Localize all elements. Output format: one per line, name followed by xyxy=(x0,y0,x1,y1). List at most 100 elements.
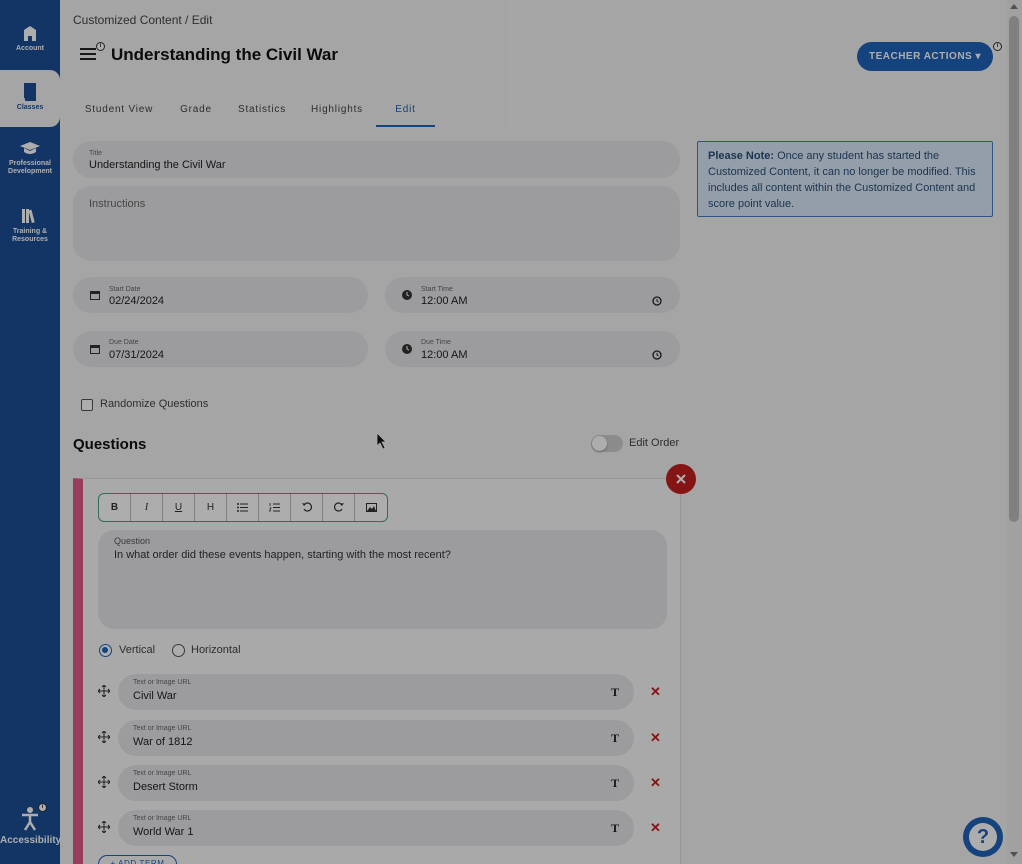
nav-item-accessibility[interactable]: Accessibility xyxy=(0,806,61,847)
numbered-list-button[interactable] xyxy=(259,494,291,521)
italic-button[interactable]: I xyxy=(131,494,163,521)
drag-handle-icon[interactable] xyxy=(98,685,110,697)
school-icon xyxy=(24,26,36,41)
drag-handle-icon[interactable] xyxy=(98,776,110,788)
drag-handle-icon[interactable] xyxy=(98,821,110,833)
book-icon xyxy=(24,83,36,101)
term-value: Desert Storm xyxy=(133,781,198,793)
nav-label-training-line1: Training & xyxy=(12,228,48,235)
teacher-actions-button[interactable]: TEACHER ACTIONS ▾ xyxy=(857,42,993,71)
remove-term-icon[interactable]: ✕ xyxy=(650,775,661,791)
edit-order-label: Edit Order xyxy=(629,437,680,449)
term-value: World War 1 xyxy=(133,826,194,838)
note-bold: Please Note: xyxy=(708,150,775,162)
clock-icon xyxy=(402,344,412,354)
start-time-value: 12:00 AM xyxy=(421,295,468,307)
vertical-label: Vertical xyxy=(119,644,156,656)
nav-label-training-line2: Resources xyxy=(12,236,48,244)
bulleted-list-icon xyxy=(237,502,248,512)
drag-handle-icon[interactable] xyxy=(98,731,110,743)
horizontal-radio[interactable] xyxy=(172,644,185,657)
due-time-label: Due Time xyxy=(421,339,451,346)
term-field[interactable]: Text or Image URL World War 1 T xyxy=(118,810,634,846)
tab-edit[interactable]: Edit xyxy=(376,100,435,127)
close-icon xyxy=(676,474,686,484)
question-label: Question xyxy=(114,536,151,546)
nav-item-professional-development[interactable]: Professional Development xyxy=(0,141,60,176)
term-label: Text or Image URL xyxy=(133,679,192,686)
help-button[interactable]: ? xyxy=(963,817,1003,857)
insert-image-button[interactable] xyxy=(355,494,387,521)
left-nav: Account Classes Professional Development… xyxy=(0,0,61,864)
rich-text-toolbar: B I U H xyxy=(98,493,388,522)
title-field[interactable]: Title Understanding the Civil War xyxy=(73,141,680,178)
scroll-up-icon[interactable] xyxy=(1010,4,1018,9)
question-text-field[interactable]: Question In what order did these events … xyxy=(98,530,667,629)
horizontal-label: Horizontal xyxy=(191,644,241,656)
accessibility-info-icon[interactable]: i xyxy=(38,803,47,812)
time-picker-icon[interactable] xyxy=(652,350,662,360)
title-field-label: Title xyxy=(89,150,102,157)
delete-question-button[interactable] xyxy=(666,464,696,494)
undo-button[interactable] xyxy=(291,494,323,521)
edit-order-toggle[interactable] xyxy=(591,435,623,452)
term-row: Text or Image URL Civil War T ✕ xyxy=(98,674,668,710)
text-type-icon[interactable]: T xyxy=(606,819,624,837)
title-info-icon[interactable]: i xyxy=(96,42,105,51)
help-icon: ? xyxy=(969,823,997,851)
mouse-cursor-icon xyxy=(376,432,387,450)
instructions-field[interactable]: Instructions xyxy=(73,186,680,261)
tab-grade[interactable]: Grade xyxy=(177,100,215,127)
term-field[interactable]: Text or Image URL Desert Storm T xyxy=(118,765,634,801)
randomize-checkbox[interactable] xyxy=(81,399,93,411)
start-time-label: Start Time xyxy=(421,286,453,293)
start-time-field[interactable]: Start Time 12:00 AM xyxy=(385,277,680,313)
remove-term-icon[interactable]: ✕ xyxy=(650,820,661,836)
vertical-scrollbar[interactable] xyxy=(1006,0,1022,864)
redo-icon xyxy=(333,502,344,512)
library-icon xyxy=(22,209,35,224)
undo-icon xyxy=(301,502,312,512)
tab-statistics[interactable]: Statistics xyxy=(235,100,289,127)
bulleted-list-button[interactable] xyxy=(227,494,259,521)
term-row: Text or Image URL World War 1 T ✕ xyxy=(98,810,668,846)
scroll-down-icon[interactable] xyxy=(1010,852,1018,857)
term-field[interactable]: Text or Image URL Civil War T xyxy=(118,674,634,710)
accessibility-icon xyxy=(22,807,38,831)
due-date-value: 07/31/2024 xyxy=(109,349,165,361)
remove-term-icon[interactable]: ✕ xyxy=(650,730,661,746)
nav-item-training-resources[interactable]: Training & Resources xyxy=(0,207,60,244)
text-type-icon[interactable]: T xyxy=(606,729,624,747)
bold-button[interactable]: B xyxy=(99,494,131,521)
underline-button[interactable]: U xyxy=(163,494,195,521)
page-title: Understanding the Civil War xyxy=(111,45,339,64)
term-row: Text or Image URL War of 1812 T ✕ xyxy=(98,720,668,756)
vertical-radio[interactable] xyxy=(99,644,112,657)
instructions-placeholder: Instructions xyxy=(89,198,146,210)
scroll-thumb[interactable] xyxy=(1009,16,1019,522)
calendar-icon xyxy=(90,291,100,300)
term-row: Text or Image URL Desert Storm T ✕ xyxy=(98,765,668,801)
redo-button[interactable] xyxy=(323,494,355,521)
menu-icon[interactable] xyxy=(80,48,96,62)
numbered-list-icon xyxy=(268,502,280,512)
text-type-icon[interactable]: T xyxy=(606,774,624,792)
term-label: Text or Image URL xyxy=(133,770,192,777)
nav-item-account[interactable]: Account xyxy=(0,24,60,53)
heading-button[interactable]: H xyxy=(195,494,227,521)
time-picker-icon[interactable] xyxy=(652,296,662,306)
start-date-field[interactable]: Start Date 02/24/2024 xyxy=(73,277,368,313)
due-date-field[interactable]: Due Date 07/31/2024 xyxy=(73,331,368,367)
question-text: In what order did these events happen, s… xyxy=(114,549,451,561)
due-time-value: 12:00 AM xyxy=(421,349,468,361)
add-term-button[interactable]: + ADD TERM xyxy=(98,855,177,864)
tab-student-view[interactable]: Student View xyxy=(83,100,155,127)
remove-term-icon[interactable]: ✕ xyxy=(650,684,661,700)
nav-item-classes[interactable]: Classes xyxy=(0,70,60,127)
term-value: War of 1812 xyxy=(133,736,193,748)
text-type-icon[interactable]: T xyxy=(606,683,624,701)
teacher-actions-info-icon[interactable]: i xyxy=(993,42,1002,51)
term-field[interactable]: Text or Image URL War of 1812 T xyxy=(118,720,634,756)
tab-highlights[interactable]: Highlights xyxy=(308,100,366,127)
due-time-field[interactable]: Due Time 12:00 AM xyxy=(385,331,680,367)
